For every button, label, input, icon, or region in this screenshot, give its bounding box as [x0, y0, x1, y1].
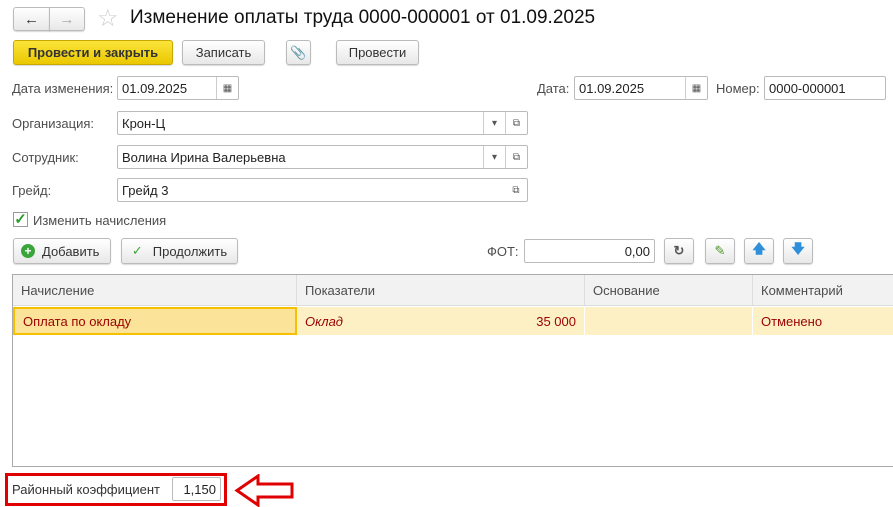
change-accruals-label: Изменить начисления [33, 213, 167, 228]
change-date-label: Дата изменения: [12, 81, 114, 96]
org-label: Организация: [12, 116, 95, 131]
coef-label: Районный коэффициент [12, 482, 160, 497]
change-accruals-checkbox[interactable]: ✓ [13, 212, 28, 227]
grade-input[interactable]: Грейд 3 ⧉ [117, 178, 528, 202]
calendar-icon[interactable]: ▦ [216, 77, 238, 99]
open-icon[interactable]: ⧉ [505, 179, 527, 201]
table-row[interactable]: Оплата по окладу Оклад 35 000 Отменено [13, 307, 893, 335]
date-input[interactable]: 01.09.2025 ▦ [574, 76, 708, 100]
number-input[interactable]: 0000-000001 [764, 76, 886, 100]
column-header-indicators[interactable]: Показатели [297, 275, 585, 306]
open-icon[interactable]: ⧉ [505, 112, 527, 134]
cell-comment[interactable]: Отменено [753, 307, 893, 335]
back-button[interactable]: ← [13, 7, 50, 31]
check-icon: ✓ [131, 243, 143, 258]
dropdown-icon[interactable]: ▾ [483, 112, 505, 134]
employee-input[interactable]: Волина Ирина Валерьевна ▾ ⧉ [117, 145, 528, 169]
edit-button[interactable]: ✎ [705, 238, 735, 264]
paperclip-icon: 📎 [290, 44, 307, 60]
arrow-down-icon: 🡇 [791, 241, 805, 256]
fot-input[interactable]: 0,00 [524, 239, 655, 263]
forward-button[interactable]: → [49, 7, 85, 31]
change-date-input[interactable]: 01.09.2025 ▦ [117, 76, 239, 100]
accruals-table: Начисление Показатели Основание Коммента… [12, 274, 893, 467]
column-header-basis[interactable]: Основание [585, 275, 753, 306]
cell-indicator[interactable]: Оклад [297, 307, 469, 335]
calendar-icon[interactable]: ▦ [685, 77, 707, 99]
continue-button[interactable]: ✓ Продолжить [121, 238, 238, 264]
attach-button[interactable]: 📎 [286, 40, 311, 65]
pencil-icon: ✎ [714, 243, 726, 258]
post-button[interactable]: Провести [336, 40, 419, 65]
arrow-left-icon [234, 474, 294, 507]
fot-label: ФОТ: [487, 244, 519, 259]
star-icon[interactable]: ☆ [97, 4, 119, 33]
column-header-accrual[interactable]: Начисление [13, 275, 297, 306]
cell-basis[interactable] [585, 307, 753, 335]
coef-input[interactable]: 1,150 [172, 477, 221, 501]
employee-label: Сотрудник: [12, 150, 79, 165]
org-input[interactable]: Крон-Ц ▾ ⧉ [117, 111, 528, 135]
column-header-comment[interactable]: Комментарий [753, 275, 893, 306]
page-title: Изменение оплаты труда 0000-000001 от 01… [130, 7, 596, 28]
number-label: Номер: [716, 81, 760, 96]
cell-value[interactable]: 35 000 [469, 307, 585, 335]
plus-circle-icon: + [21, 244, 35, 258]
move-down-button[interactable]: 🡇 [783, 238, 813, 264]
grade-label: Грейд: [12, 183, 52, 198]
save-button[interactable]: Записать [182, 40, 265, 65]
refresh-button[interactable]: ↻ [664, 238, 694, 264]
date-label: Дата: [537, 81, 570, 96]
arrow-up-icon: 🡅 [752, 241, 766, 256]
dropdown-icon[interactable]: ▾ [483, 146, 505, 168]
post-and-close-button[interactable]: Провести и закрыть [13, 40, 173, 65]
add-button[interactable]: + Добавить [13, 238, 111, 264]
cell-accrual[interactable]: Оплата по окладу [13, 307, 297, 335]
open-icon[interactable]: ⧉ [505, 146, 527, 168]
move-up-button[interactable]: 🡅 [744, 238, 774, 264]
refresh-icon: ↻ [673, 243, 685, 258]
